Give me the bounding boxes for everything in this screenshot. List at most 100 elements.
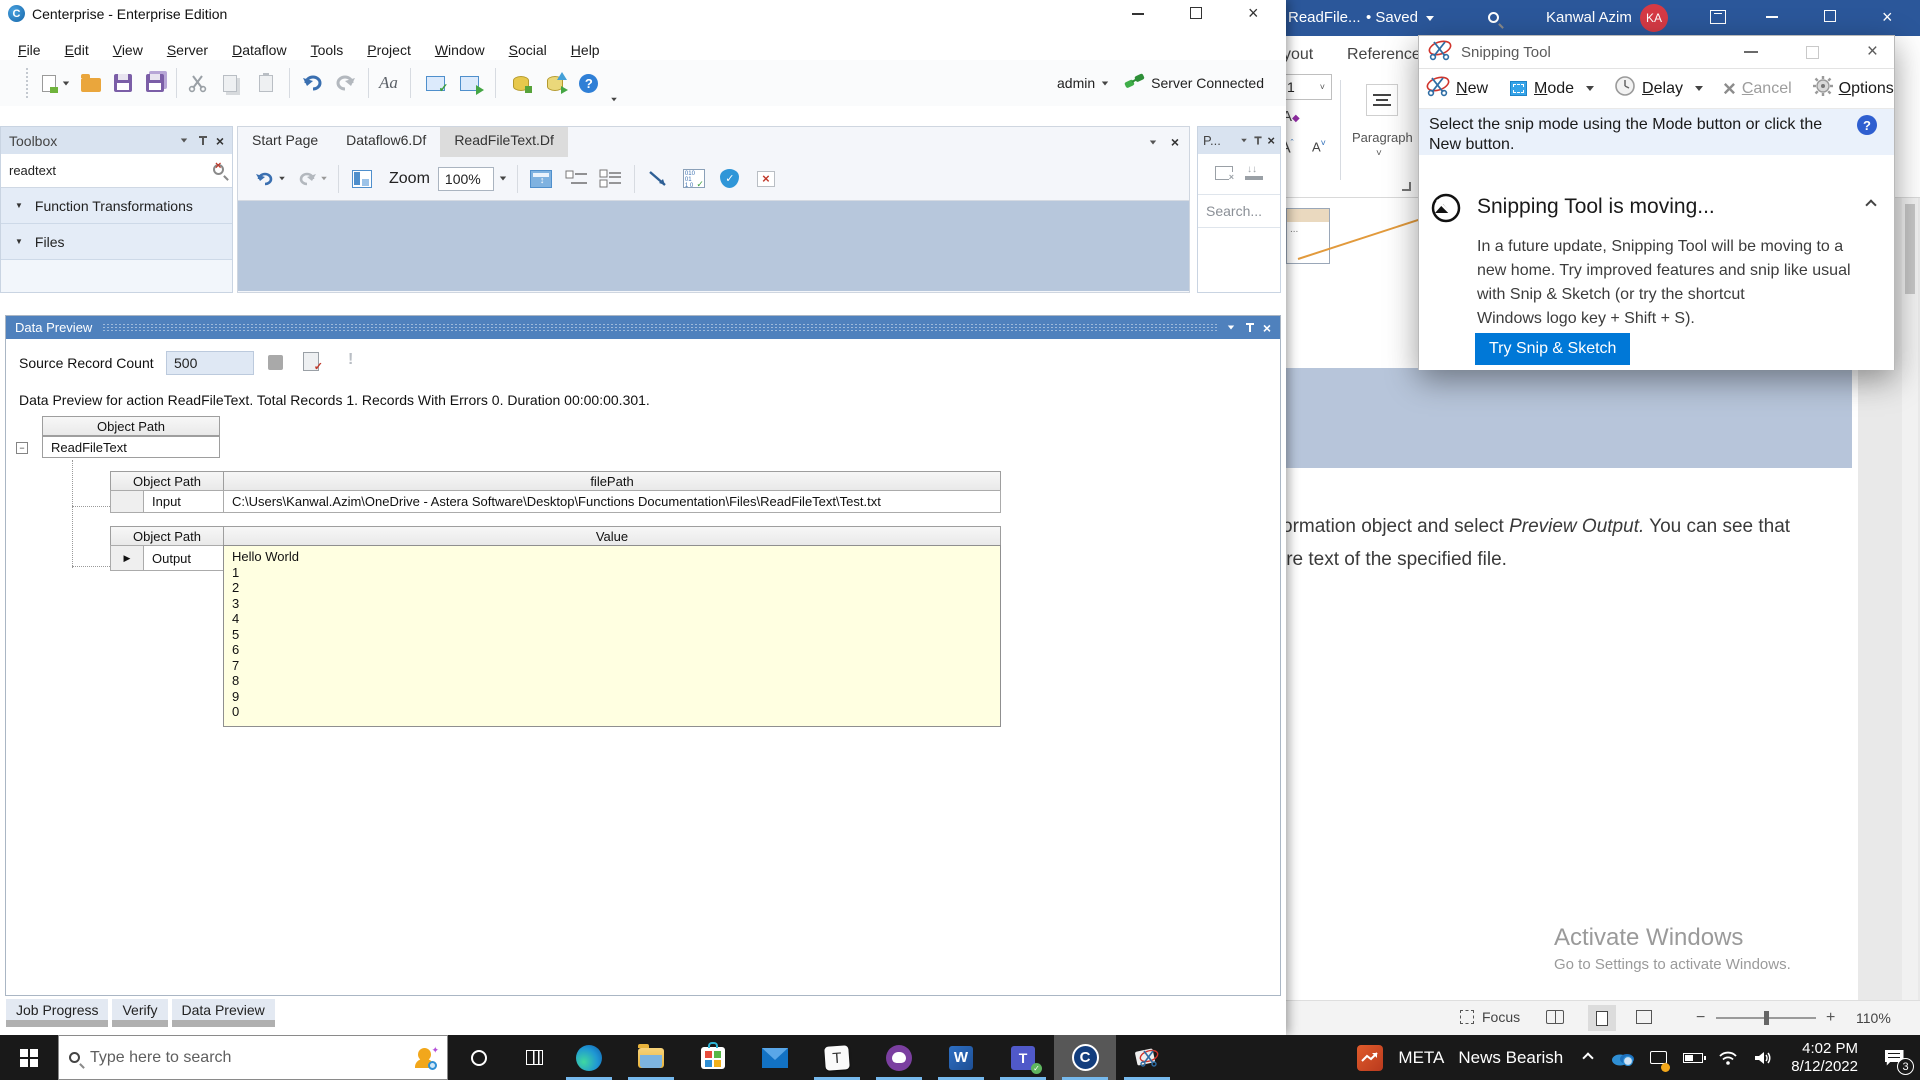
try-snip-sketch-button[interactable]: Try Snip & Sketch <box>1475 333 1630 365</box>
cut-icon[interactable] <box>185 70 211 96</box>
new-dropdown-icon[interactable] <box>63 81 69 85</box>
menu-item[interactable]: Tools <box>299 42 356 58</box>
menu-item[interactable]: Edit <box>53 42 101 58</box>
start-button[interactable] <box>0 1035 58 1080</box>
info-icon[interactable]: ! <box>348 351 353 369</box>
action-center-icon[interactable]: 3 <box>1868 1035 1920 1080</box>
toolbox-search-box[interactable]: readtext × <box>1 154 232 188</box>
task-view-button[interactable] <box>510 1035 558 1080</box>
toolbox-group-header[interactable]: Function Transformations <box>1 188 232 224</box>
toolbox-group-header[interactable]: Files <box>1 224 232 260</box>
web-layout-icon[interactable] <box>1636 1010 1652 1024</box>
filepath-header[interactable]: filePath <box>223 471 1001 491</box>
taskbar-app-edge[interactable] <box>558 1035 620 1080</box>
snip-delay-icon[interactable] <box>1614 75 1636 102</box>
menu-item[interactable]: File <box>6 42 53 58</box>
taskbar-search-box[interactable]: Type here to search ✦ <box>58 1035 448 1080</box>
clear-errors-icon[interactable]: × <box>753 166 779 192</box>
paragraph-group-chevron[interactable]: ˅ <box>1376 148 1382 159</box>
font-tool-icon[interactable]: Aa <box>379 73 398 93</box>
new-dataflow-icon[interactable] <box>36 70 62 96</box>
tab-dataflow6[interactable]: Dataflow6.Df <box>332 127 440 157</box>
snip-new-label[interactable]: New <box>1456 80 1488 98</box>
root-node-cell[interactable]: ReadFileText <box>42 436 220 458</box>
snip-tray-icon[interactable] <box>1641 1035 1675 1080</box>
preview-pin-icon[interactable] <box>1245 322 1255 333</box>
taskbar-app-store[interactable] <box>682 1035 744 1080</box>
zoom-out-icon[interactable]: − <box>1696 1009 1705 1027</box>
copy-icon[interactable] <box>217 70 243 96</box>
battery-icon[interactable] <box>1675 1035 1711 1080</box>
user-menu-label[interactable]: admin <box>1057 75 1095 91</box>
zoom-in-icon[interactable]: + <box>1826 1009 1835 1027</box>
input-value-cell[interactable]: C:\Users\Kanwal.Azim\OneDrive - Astera S… <box>223 490 1001 513</box>
cortana-button[interactable] <box>448 1035 510 1080</box>
menu-item[interactable]: Window <box>423 42 497 58</box>
snip-options-icon[interactable] <box>1812 75 1834 102</box>
taskbar-app-teams[interactable]: T✓ <box>992 1035 1054 1080</box>
clear-search-icon[interactable]: × <box>213 162 224 180</box>
tab-start-page[interactable]: Start Page <box>238 127 332 157</box>
toolbar-overflow-icon[interactable] <box>611 98 617 102</box>
root-header-cell[interactable]: Object Path <box>42 416 220 436</box>
tab-readfiletext[interactable]: ReadFileText.Df <box>440 127 568 157</box>
onedrive-icon[interactable] <box>1605 1035 1641 1080</box>
output-row-selector[interactable]: ▶ <box>110 545 144 571</box>
saved-dropdown-icon[interactable] <box>1426 16 1434 21</box>
verify-window-icon[interactable]: ✓ <box>423 70 449 96</box>
snip-mode-dropdown-icon[interactable] <box>1586 86 1594 91</box>
input-name-cell[interactable]: Input <box>143 490 224 513</box>
menu-item[interactable]: View <box>101 42 155 58</box>
output-value-box[interactable]: Hello World1234567890 <box>223 545 1001 727</box>
taskbar-app-github[interactable] <box>868 1035 930 1080</box>
start-dataflow-icon[interactable] <box>457 70 483 96</box>
bottom-tab[interactable]: Data Preview <box>172 999 275 1027</box>
save-icon[interactable] <box>110 70 136 96</box>
props-dropdown-icon[interactable] <box>1242 139 1248 143</box>
snip-mode-icon[interactable] <box>1510 81 1527 96</box>
cp-minimize-button[interactable] <box>1132 13 1144 15</box>
stop-preview-icon[interactable] <box>268 355 283 370</box>
word-saved-label[interactable]: • Saved <box>1366 9 1418 26</box>
paste-icon[interactable] <box>253 70 279 96</box>
align-center-icon[interactable] <box>1366 84 1398 116</box>
value-header[interactable]: Value <box>223 526 1001 546</box>
redo-icon[interactable] <box>332 70 358 96</box>
word-maximize-button[interactable] <box>1824 10 1836 22</box>
snip-minimize-button[interactable] <box>1744 51 1758 53</box>
taskbar-app-file-explorer[interactable] <box>620 1035 682 1080</box>
source-count-input[interactable]: 500 <box>166 351 254 375</box>
df-undo-dropdown[interactable] <box>279 177 285 181</box>
focus-icon[interactable] <box>1460 1010 1474 1024</box>
volume-icon[interactable] <box>1745 1035 1781 1080</box>
avatar[interactable]: KA <box>1640 4 1668 32</box>
wifi-icon[interactable] <box>1711 1035 1745 1080</box>
word-vertical-scrollbar[interactable] <box>1902 198 1918 1000</box>
job-queue-icon[interactable] <box>508 70 534 96</box>
focus-label[interactable]: Focus <box>1482 1009 1520 1025</box>
menu-item[interactable]: Social <box>497 42 559 58</box>
expand-nodes-icon[interactable] <box>598 166 624 192</box>
snip-new-icon[interactable] <box>1425 75 1451 102</box>
ribbon-display-icon[interactable] <box>1710 10 1726 24</box>
zoom-slider-thumb[interactable] <box>1764 1011 1769 1025</box>
toolbox-pin-icon[interactable] <box>198 135 208 146</box>
snip-mode-label[interactable]: Mode <box>1534 80 1574 98</box>
link-tool-icon[interactable] <box>645 166 671 192</box>
taskbar-app-snipping-tool[interactable] <box>1116 1035 1178 1080</box>
ribbon-tab-references[interactable]: Reference <box>1347 46 1421 64</box>
search-highlights-icon[interactable]: ✦ <box>411 1045 437 1071</box>
df-zoom-dropdown[interactable] <box>500 177 506 181</box>
props-window-icon[interactable]: × <box>1215 166 1233 180</box>
dataflow-canvas[interactable] <box>238 201 1189 291</box>
preview-close-icon[interactable]: × <box>1263 320 1271 336</box>
word-user-name[interactable]: Kanwal Azim <box>1546 9 1632 26</box>
stock-ticker[interactable]: META News Bearish <box>1390 1035 1571 1080</box>
props-search[interactable]: Search... <box>1198 194 1280 228</box>
tabstrip-close-icon[interactable]: × <box>1171 134 1179 150</box>
props-pin-icon[interactable] <box>1254 136 1263 146</box>
snip-close-button[interactable]: × <box>1867 41 1878 63</box>
preview-dropdown-icon[interactable] <box>1228 326 1234 330</box>
output-expander-icon[interactable]: ▶ <box>124 553 131 564</box>
data-preview-tool-icon[interactable]: 010 011 0✓ <box>681 166 707 192</box>
